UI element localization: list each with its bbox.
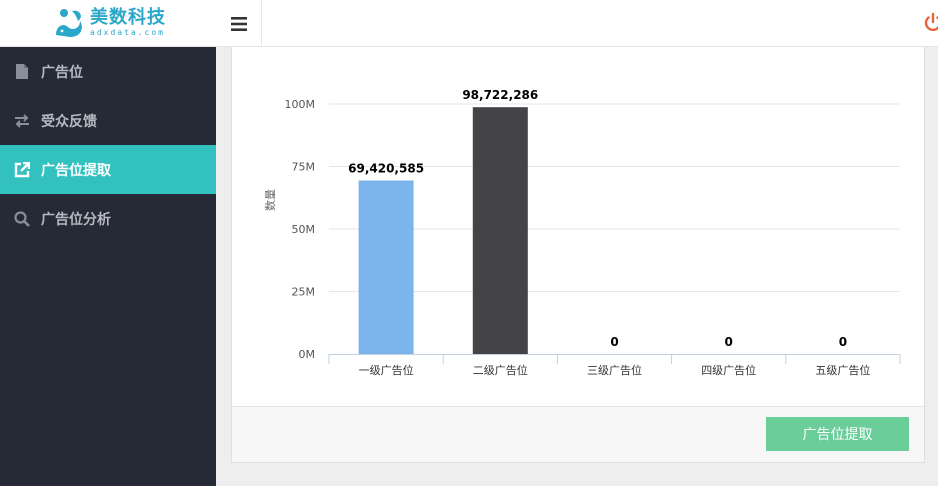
sidebar-item-label: 广告位提取 xyxy=(41,162,111,179)
data-label: 0 xyxy=(610,335,618,349)
y-tick-label: 0M xyxy=(299,348,316,361)
power-icon xyxy=(924,12,938,32)
y-tick-label: 50M xyxy=(292,223,316,236)
extract-ad-slots-button[interactable]: 广告位提取 xyxy=(766,417,909,451)
data-label: 0 xyxy=(839,335,847,349)
sidebar: 广告位 受众反馈 广告位提取 广告位分析 xyxy=(0,47,216,486)
main-panel: 0M 25M 50M 75M 100M 69,420,585 一级广告位 98,722,286… xyxy=(231,47,925,463)
file-icon xyxy=(13,63,31,81)
y-tick-label: 100M xyxy=(285,98,316,111)
bar[interactable] xyxy=(358,180,414,354)
sidebar-item-label: 广告位分析 xyxy=(41,211,111,228)
brand-logo[interactable]: 美数科技 adxdata.com xyxy=(0,0,216,47)
sidebar-item-ad-slot-extract[interactable]: 广告位提取 xyxy=(0,145,216,194)
data-label: 98,722,286 xyxy=(462,88,538,102)
sidebar-item-ad-slots[interactable]: 广告位 xyxy=(0,47,216,96)
x-tick-label: 一级广告位 xyxy=(359,363,414,377)
squirrel-logo-icon xyxy=(56,9,82,37)
x-tick-label: 四级广告位 xyxy=(701,363,756,377)
exchange-icon xyxy=(13,112,31,130)
panel-footer: 广告位提取 xyxy=(232,406,924,462)
sidebar-toggle-button[interactable] xyxy=(216,0,262,47)
sidebar-item-ad-slot-analysis[interactable]: 广告位分析 xyxy=(0,194,216,243)
bar[interactable] xyxy=(472,107,528,354)
brand-domain: adxdata.com xyxy=(90,28,165,37)
bar-chart: 0M 25M 50M 75M 100M 69,420,585 一级广告位 98,722,286… xyxy=(264,88,901,377)
bars-icon xyxy=(230,16,247,31)
data-label: 0 xyxy=(725,335,733,349)
external-link-icon xyxy=(13,161,31,179)
y-tick-label: 75M xyxy=(292,161,316,174)
search-icon xyxy=(13,210,31,228)
logout-button[interactable] xyxy=(922,12,938,34)
y-axis-title: 数量 xyxy=(264,189,277,211)
sidebar-item-label: 广告位 xyxy=(41,64,83,81)
top-bar xyxy=(216,0,938,47)
sidebar-item-label: 受众反馈 xyxy=(41,113,97,130)
y-tick-label: 25M xyxy=(292,286,316,299)
x-tick-label: 二级广告位 xyxy=(473,363,528,377)
x-tick-label: 三级广告位 xyxy=(587,363,642,377)
brand-name: 美数科技 xyxy=(90,7,166,28)
x-tick-label: 五级广告位 xyxy=(815,363,870,377)
data-label: 69,420,585 xyxy=(348,161,424,175)
sidebar-item-audience-feedback[interactable]: 受众反馈 xyxy=(0,96,216,145)
